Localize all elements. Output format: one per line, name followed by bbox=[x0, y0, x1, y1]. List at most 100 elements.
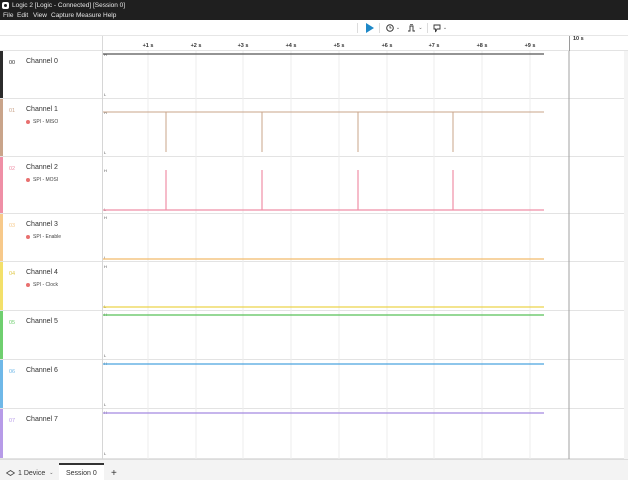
channel-number: 07 bbox=[9, 418, 16, 424]
high-level-label: H bbox=[104, 52, 107, 57]
low-level-label: L bbox=[104, 451, 107, 456]
session-tab-bar: 1 Device ⌄ Session 0 + bbox=[0, 459, 628, 481]
analyzer-label: SPI - Enable bbox=[33, 234, 62, 240]
analyzer-tag[interactable]: SPI - MOSI bbox=[26, 177, 58, 183]
analyzer-dot-icon bbox=[26, 235, 30, 239]
add-session-button[interactable]: + bbox=[111, 465, 117, 481]
channel-row-2[interactable]: 02 Channel 2 SPI - MOSI H L bbox=[0, 157, 628, 214]
menu-bar: File Edit View Capture Measure Help bbox=[0, 11, 628, 20]
marker-flag-icon bbox=[433, 24, 441, 32]
channel-color-stripe bbox=[0, 51, 3, 98]
marker-button[interactable]: ⌄ bbox=[431, 22, 449, 34]
channel-row-0[interactable]: 00 Channel 0 H L bbox=[0, 51, 628, 99]
high-level-label: H bbox=[104, 264, 107, 269]
channel-color-stripe bbox=[0, 157, 3, 213]
channel-name[interactable]: Channel 4 bbox=[26, 269, 58, 276]
channel-color-stripe bbox=[0, 409, 3, 458]
channel-color-stripe bbox=[0, 262, 3, 310]
high-level-label: H bbox=[104, 410, 107, 415]
channel-row-4[interactable]: 04 Channel 4 SPI - Clock H L bbox=[0, 262, 628, 311]
analyzer-tag[interactable]: SPI - Enable bbox=[26, 234, 61, 240]
channel-row-3[interactable]: 03 Channel 3 SPI - Enable H L bbox=[0, 214, 628, 262]
channel-number: 04 bbox=[9, 271, 16, 277]
play-icon bbox=[365, 23, 374, 33]
menu-help[interactable]: Help bbox=[103, 11, 116, 20]
time-tick: +3 s bbox=[237, 43, 249, 49]
trigger-settings-button[interactable]: ⌄ bbox=[406, 22, 424, 34]
channel-row-6[interactable]: 06 Channel 6 H L bbox=[0, 360, 628, 409]
channel-number: 02 bbox=[9, 166, 16, 172]
major-time-label: 10 s bbox=[573, 36, 584, 42]
channel-name[interactable]: Channel 0 bbox=[26, 58, 58, 65]
high-level-label: H bbox=[104, 168, 107, 173]
channel-number: 06 bbox=[9, 369, 16, 375]
time-tick: +9 s bbox=[524, 43, 536, 49]
analyzer-label: SPI - Clock bbox=[33, 282, 59, 288]
high-level-label: H bbox=[104, 361, 107, 366]
ruler-divider bbox=[102, 36, 103, 51]
chevron-down-icon: ⌄ bbox=[442, 25, 448, 31]
time-ruler[interactable]: +1 s +2 s +3 s +4 s +5 s +6 s +7 s +8 s … bbox=[0, 36, 628, 51]
timer-settings-button[interactable]: ⌄ bbox=[384, 22, 402, 34]
chevron-down-icon: ⌄ bbox=[418, 25, 423, 31]
channel-number: 00 bbox=[9, 60, 16, 66]
channel-color-stripe bbox=[0, 214, 3, 261]
analyzer-dot-icon bbox=[26, 283, 30, 287]
device-tab[interactable]: 1 Device ⌄ bbox=[6, 465, 53, 481]
analyzer-label: SPI - MISO bbox=[33, 119, 59, 125]
vertical-scrollbar[interactable] bbox=[624, 51, 628, 459]
high-level-label: H bbox=[104, 215, 107, 220]
session-tab[interactable]: Session 0 bbox=[59, 463, 104, 481]
menu-capture[interactable]: Capture bbox=[51, 11, 74, 20]
channel-name[interactable]: Channel 7 bbox=[26, 416, 58, 423]
session-tab-label: Session 0 bbox=[66, 469, 97, 477]
device-tab-label: 1 Device bbox=[18, 469, 46, 477]
waveform-trigger-icon bbox=[408, 23, 416, 31]
capture-toolbar: ⌄ ⌄ ⌄ bbox=[0, 20, 628, 36]
channel-name[interactable]: Channel 5 bbox=[26, 318, 58, 325]
channel-color-stripe bbox=[0, 99, 3, 156]
channel-name[interactable]: Channel 6 bbox=[26, 367, 58, 374]
low-level-label: L bbox=[104, 255, 107, 260]
channel-number: 05 bbox=[9, 320, 16, 326]
channel-list-divider[interactable] bbox=[102, 51, 103, 459]
app-logo-icon bbox=[2, 2, 9, 9]
menu-edit[interactable]: Edit bbox=[17, 11, 28, 20]
major-time-line bbox=[569, 36, 570, 51]
device-icon bbox=[6, 470, 15, 476]
plus-icon: + bbox=[111, 467, 117, 479]
channel-color-stripe bbox=[0, 360, 3, 408]
time-tick: +7 s bbox=[428, 43, 440, 49]
channel-row-5[interactable]: 05 Channel 5 H L bbox=[0, 311, 628, 360]
chevron-down-icon: ⌄ bbox=[395, 25, 401, 31]
channel-color-stripe bbox=[0, 311, 3, 359]
menu-view[interactable]: View bbox=[33, 11, 47, 20]
time-tick: +4 s bbox=[285, 43, 297, 49]
channel-name[interactable]: Channel 1 bbox=[26, 106, 58, 113]
low-level-label: L bbox=[104, 92, 107, 97]
channel-row-7[interactable]: 07 Channel 7 H L bbox=[0, 409, 628, 459]
channel-name[interactable]: Channel 2 bbox=[26, 164, 58, 171]
low-level-label: L bbox=[104, 150, 107, 155]
low-level-label: L bbox=[104, 207, 107, 212]
time-tick: +5 s bbox=[333, 43, 345, 49]
low-level-label: L bbox=[104, 402, 107, 407]
analyzer-tag[interactable]: SPI - Clock bbox=[26, 282, 58, 288]
menu-file[interactable]: File bbox=[3, 11, 13, 20]
channel-number: 01 bbox=[9, 108, 16, 114]
toolbar-separator bbox=[357, 23, 358, 33]
menu-measure[interactable]: Measure bbox=[76, 11, 101, 20]
low-level-label: L bbox=[104, 304, 107, 309]
start-capture-button[interactable] bbox=[363, 22, 375, 34]
analyzer-dot-icon bbox=[26, 178, 30, 182]
analyzer-dot-icon bbox=[26, 120, 30, 124]
title-bar: Logic 2 [Logic - Connected] [Session 0] bbox=[0, 0, 628, 11]
time-tick: +1 s bbox=[142, 43, 154, 49]
clock-icon bbox=[386, 24, 394, 32]
channel-row-1[interactable]: 01 Channel 1 SPI - MISO H L bbox=[0, 99, 628, 157]
high-level-label: H bbox=[104, 312, 107, 317]
toolbar-separator bbox=[427, 23, 428, 33]
analyzer-tag[interactable]: SPI - MISO bbox=[26, 119, 58, 125]
channel-name[interactable]: Channel 3 bbox=[26, 221, 58, 228]
analyzer-label: SPI - MOSI bbox=[33, 177, 59, 183]
